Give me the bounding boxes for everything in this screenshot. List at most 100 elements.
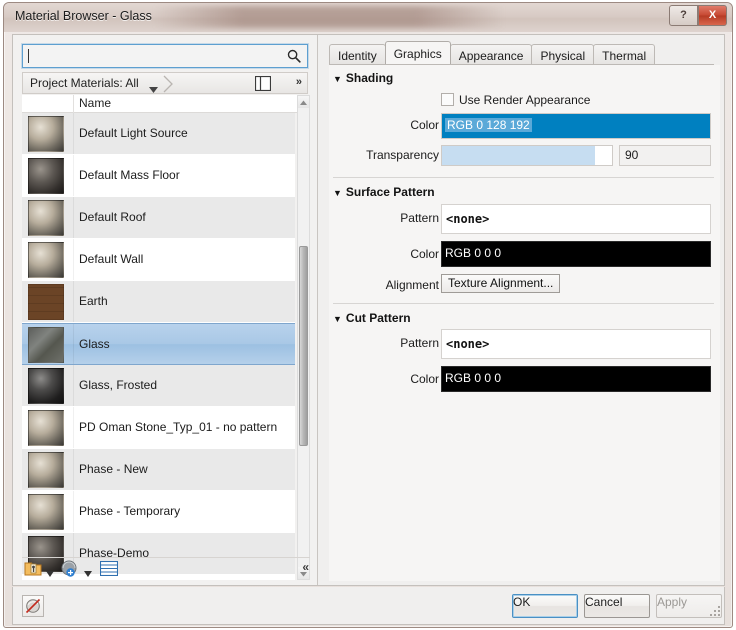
new-library-dropdown-icon[interactable] [84,564,92,582]
new-material-dropdown-icon[interactable] [46,564,54,582]
cancel-button[interactable]: Cancel [584,594,650,618]
material-thumbnail [28,242,64,278]
material-name: Phase - Temporary [79,504,181,518]
surface-color-value: RGB 0 0 0 [445,246,502,260]
shading-color-field[interactable]: RGB 0 128 192 [441,113,711,139]
tab-thermal[interactable]: Thermal [593,44,656,64]
collapse-triangle-icon: ▼ [333,188,342,198]
surface-alignment-label: Alignment [385,278,439,292]
title-bar[interactable]: Material Browser - Glass ? X [4,3,732,32]
dialog-footer: OK Cancel Apply [12,587,725,625]
search-box[interactable] [22,44,308,68]
material-name: Earth [79,294,108,308]
material-row[interactable]: Default Mass Floor [22,155,295,197]
dialog-body: Project Materials: All » Name Default Li… [12,34,725,586]
material-thumbnail [28,284,64,320]
list-header: Name [22,95,308,113]
cut-color-field[interactable]: RGB 0 0 0 [441,366,711,392]
tab-graphics[interactable]: Graphics [384,41,451,64]
library-panel-icon[interactable] [99,560,119,581]
row-column-divider [73,239,74,280]
section-shading-label: Shading [345,71,394,85]
material-row[interactable]: Phase - Temporary [22,491,295,533]
column-header-name[interactable]: Name [79,96,111,110]
cut-pattern-label: Pattern [400,336,439,350]
material-row[interactable]: Default Wall [22,239,295,281]
collapse-triangle-icon: ▼ [333,314,342,324]
material-name: Default Roof [79,210,146,224]
material-thumbnail [28,410,64,446]
use-render-appearance-checkbox[interactable] [441,93,454,106]
graphics-properties: ▼ Shading Use Render Appearance Color RGB… [329,65,720,581]
material-name: Default Mass Floor [79,168,180,182]
row-column-divider [73,407,74,448]
help-button[interactable]: ? [669,5,698,26]
material-row[interactable]: Phase - New [22,449,295,491]
material-thumbnail [28,200,64,236]
material-thumbnail [28,494,64,530]
new-material-icon[interactable] [24,560,44,582]
section-cut-pattern-label: Cut Pattern [345,311,411,325]
search-icon[interactable] [287,49,301,68]
surface-pattern-label: Pattern [400,211,439,225]
resize-grip[interactable] [709,604,721,622]
material-row[interactable]: PD Oman Stone_Typ_01 - no pattern [22,407,295,449]
transparency-value-input[interactable]: 90 [619,145,711,166]
properties-panel: Identity Graphics Appearance Physical Therma… [319,35,724,585]
scrollbar-thumb[interactable] [299,246,308,446]
transparency-slider[interactable] [441,145,613,166]
expand-browser-button[interactable]: » [296,76,302,88]
tab-appearance[interactable]: Appearance [449,44,533,64]
divider [333,177,714,178]
scroll-up-arrow-icon[interactable] [298,96,309,108]
shading-color-value: RGB 0 128 192 [445,118,532,132]
no-render-appearance-icon[interactable] [22,595,44,617]
material-name: Default Wall [79,252,144,266]
row-column-divider [73,324,74,364]
section-cut-pattern[interactable]: ▼ Cut Pattern [333,311,411,325]
surface-pattern-field[interactable]: <none> [441,204,711,234]
material-name: Phase - New [79,462,148,476]
material-browser-window: Material Browser - Glass ? X Project Mat… [3,2,733,628]
window-buttons: ? X [669,5,727,26]
new-library-icon[interactable] [60,560,80,583]
material-thumbnail [28,158,64,194]
ok-button[interactable]: OK [512,594,578,618]
cut-pattern-field[interactable]: <none> [441,329,711,359]
tab-identity[interactable]: Identity [329,44,386,64]
material-row[interactable]: Earth [22,281,295,323]
section-surface-pattern[interactable]: ▼ Surface Pattern [333,185,435,199]
use-render-appearance-label: Use Render Appearance [459,93,591,107]
transparency-label: Transparency [366,148,439,162]
tab-physical[interactable]: Physical [531,44,595,64]
material-list[interactable]: Default Light Source Default Mass Floor De… [22,113,295,580]
search-input[interactable] [27,45,282,67]
texture-alignment-button[interactable]: Texture Alignment... [441,274,561,293]
row-column-divider [73,365,74,406]
row-column-divider [73,449,74,490]
material-row-selected[interactable]: Glass [22,323,295,365]
material-name: Glass, Frosted [79,378,158,392]
material-thumbnail [28,327,64,363]
surface-color-label: Color [410,247,439,261]
breadcrumb-bar: Project Materials: All » [22,72,308,94]
section-shading[interactable]: ▼ Shading [333,71,393,85]
material-list-scrollbar[interactable] [297,95,310,580]
window-title: Material Browser - Glass [15,9,152,23]
cut-pattern-value: <none> [446,337,490,351]
material-thumbnail [28,368,64,404]
surface-pattern-value: <none> [446,212,490,226]
toggle-library-panel-icon[interactable] [254,75,272,96]
section-surface-pattern-label: Surface Pattern [345,185,435,199]
material-name: Glass [79,337,110,351]
collapse-panel-button[interactable]: « [302,560,309,574]
material-row[interactable]: Glass, Frosted [22,365,295,407]
material-thumbnail [28,116,64,152]
breadcrumb[interactable]: Project Materials: All [30,76,139,90]
material-row[interactable]: Default Light Source [22,113,295,155]
material-row[interactable]: Default Roof [22,197,295,239]
header-column-divider [73,95,74,113]
surface-color-field[interactable]: RGB 0 0 0 [441,241,711,267]
close-button[interactable]: X [698,5,727,26]
row-column-divider [73,113,74,154]
